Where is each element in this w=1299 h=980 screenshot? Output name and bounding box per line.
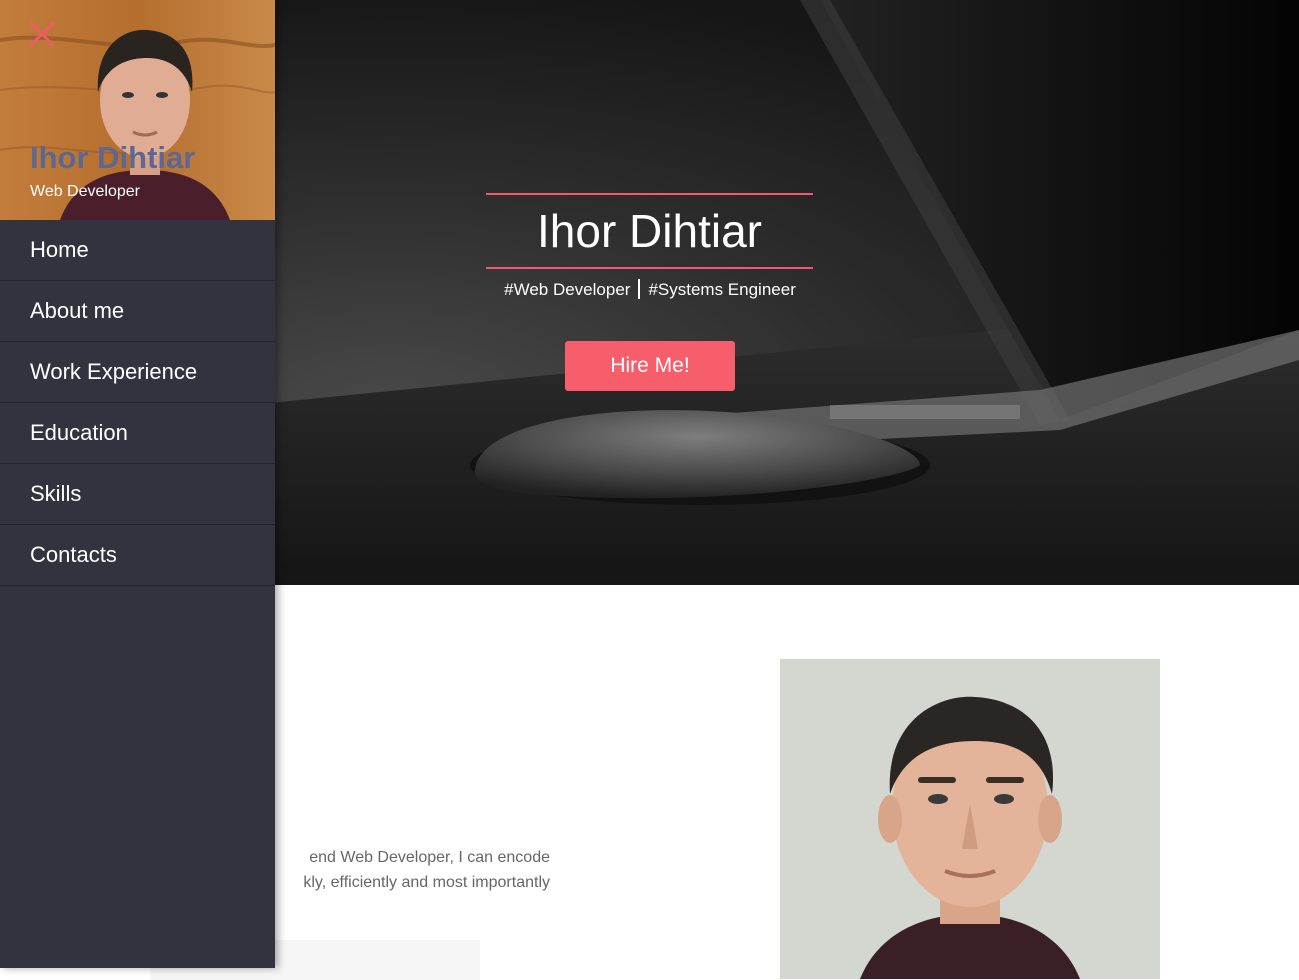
nav-item-work-experience[interactable]: Work Experience: [0, 342, 275, 403]
close-icon[interactable]: [26, 18, 58, 50]
hero-tag-separator: [638, 279, 641, 299]
profile-role: Web Developer: [30, 183, 140, 200]
sidebar-nav: Home About me Work Experience Education …: [0, 220, 275, 586]
about-text-line-2: kly, efficiently and most importantly: [303, 874, 550, 891]
profile-name: Ihor Dihtiar: [30, 140, 196, 175]
hire-me-button[interactable]: Hire Me!: [565, 341, 735, 391]
nav-item-contacts[interactable]: Contacts: [0, 525, 275, 586]
nav-item-home[interactable]: Home: [0, 220, 275, 281]
nav-item-about-me[interactable]: About me: [0, 281, 275, 342]
about-photo: [780, 659, 1160, 979]
hero-name: Ihor Dihtiar: [537, 205, 762, 257]
nav-item-skills[interactable]: Skills: [0, 464, 275, 525]
hero-tag-systems-engineer: #Systems Engineer: [648, 280, 796, 299]
sidebar-profile: Ihor Dihtiar Web Developer: [0, 0, 275, 220]
hero-tag-web-developer: #Web Developer: [504, 280, 631, 299]
nav-item-education[interactable]: Education: [0, 403, 275, 464]
hero-title-block: Ihor Dihtiar: [486, 193, 813, 269]
hero-tags: #Web Developer #Systems Engineer: [470, 278, 830, 302]
portrait-image: [780, 659, 1160, 979]
hero-bottom-divider: [486, 267, 813, 269]
sidebar: Ihor Dihtiar Web Developer Home About me…: [0, 0, 275, 968]
about-text-line-1: end Web Developer, I can encode: [309, 849, 550, 866]
